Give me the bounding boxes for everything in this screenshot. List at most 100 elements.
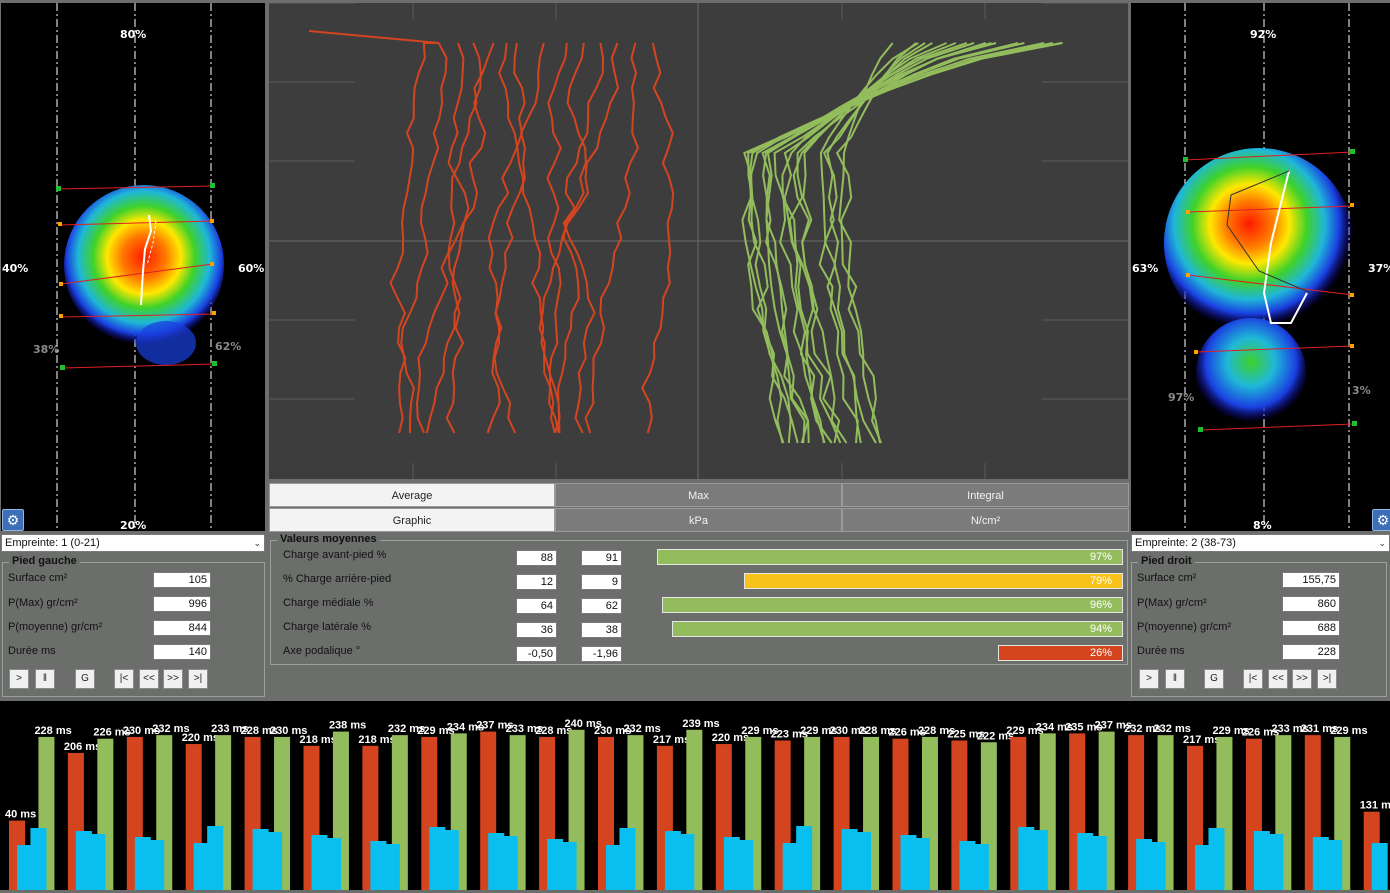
left-foot-trace	[415, 42, 495, 434]
left-foot-pct-inner-left: 38%	[33, 343, 60, 356]
step-contact-bar	[266, 832, 283, 890]
average-right-value: 38	[581, 622, 622, 638]
right-foot-trace	[788, 42, 987, 444]
right-foot-pct-inner-left: 97%	[1168, 391, 1195, 404]
prev-button[interactable]: <<	[1268, 669, 1288, 689]
right-foot-pressure-map: 92% 8% 63% 37% 97% 3% ⚙	[1131, 3, 1390, 531]
pause-button[interactable]: ‖	[35, 669, 55, 689]
average-row-label: Axe podalique °	[283, 645, 361, 657]
left-surface-label: Surface cm²	[8, 572, 68, 584]
right-foot-pct-top: 92%	[1250, 28, 1277, 41]
first-button[interactable]: |<	[114, 669, 134, 689]
pause-button[interactable]: ‖	[1165, 669, 1185, 689]
step-contact-bar	[383, 844, 400, 890]
next-button[interactable]: >>	[163, 669, 183, 689]
left-foot-trace	[486, 42, 526, 434]
average-right-value: 9	[581, 574, 622, 590]
average-row-label: % Charge arrière-pied	[283, 573, 392, 585]
right-footprint-select[interactable]: Empreinte: 2 (38-73) ⌄	[1131, 534, 1390, 552]
last-button[interactable]: >|	[188, 669, 208, 689]
averages-group-title: Valeurs moyennes	[277, 533, 380, 545]
symmetry-bar: 79%	[744, 573, 1123, 589]
step-contact-bar	[1267, 834, 1284, 890]
step-contact-bar	[30, 828, 47, 890]
left-surface-value: 105	[153, 572, 211, 588]
left-foot-pct-right: 60%	[238, 262, 265, 275]
right-footprint-select-value: Empreinte: 2 (38-73)	[1135, 537, 1236, 549]
step-contact-bar	[1371, 843, 1388, 890]
left-foot-group-title: Pied gauche	[9, 555, 80, 567]
average-right-value: 91	[581, 550, 622, 566]
right-foot-trace	[765, 42, 1025, 444]
unit-graphic-button[interactable]: Graphic	[269, 508, 555, 532]
step-time-label: 238 ms	[329, 720, 366, 732]
left-foot-pct-inner-right: 62%	[215, 340, 242, 353]
step-contact-bar	[1208, 828, 1225, 890]
right-duration-value: 228	[1282, 644, 1340, 660]
gear-icon[interactable]: ⚙	[1372, 509, 1390, 531]
left-foot-trace	[400, 42, 448, 434]
unit-kpa-button[interactable]: kPa	[555, 508, 842, 532]
step-contact-bar	[442, 830, 459, 890]
right-foot-pct-inner-right: 3%	[1352, 384, 1371, 397]
average-right-value: -1,96	[581, 646, 622, 662]
right-foot-pct-bottom: 8%	[1253, 519, 1272, 531]
right-pmax-value: 860	[1282, 596, 1340, 612]
step-contact-bar	[501, 836, 518, 890]
average-right-value: 62	[581, 598, 622, 614]
right-foot-group: Pied droit Surface cm² 155,75 P(Max) gr/…	[1131, 555, 1387, 697]
step-contact-bar	[1031, 830, 1048, 890]
symmetry-bar: 97%	[657, 549, 1123, 565]
step-time-label: 229 ms	[1330, 725, 1367, 737]
left-duration-value: 140	[153, 644, 211, 660]
step-time-label: 218 ms	[358, 734, 395, 746]
left-foot-trace	[493, 42, 545, 434]
mode-average-button[interactable]: Average	[269, 483, 555, 507]
symmetry-bar-label: 94%	[1089, 623, 1112, 635]
step-time-label: 228 ms	[34, 725, 71, 737]
left-pmean-value: 844	[153, 620, 211, 636]
left-foot-group: Pied gauche Surface cm² 105 P(Max) gr/cm…	[2, 555, 265, 697]
average-left-value: 12	[516, 574, 557, 590]
next-button[interactable]: >>	[1292, 669, 1312, 689]
unit-ncm2-button[interactable]: N/cm²	[842, 508, 1129, 532]
step-time-chart: 40 ms 228 ms 206 ms 226 ms 230 ms 232 ms 220 m…	[0, 701, 1390, 890]
right-pmax-label: P(Max) gr/cm²	[1137, 597, 1207, 609]
left-foot-pct-top: 80%	[120, 28, 147, 41]
average-row-label: Charge avant-pied %	[283, 549, 387, 561]
step-contact-bar	[972, 844, 989, 890]
mode-integral-button[interactable]: Integral	[842, 483, 1129, 507]
prev-button[interactable]: <<	[139, 669, 159, 689]
left-footprint-select[interactable]: Empreinte: 1 (0-21) ⌄	[1, 534, 265, 552]
step-contact-bar	[678, 834, 695, 890]
left-pmean-label: P(moyenne) gr/cm²	[8, 621, 103, 633]
gear-icon[interactable]: ⚙	[2, 509, 24, 531]
g-button[interactable]: G	[75, 669, 95, 689]
step-contact-bar	[913, 838, 930, 890]
chevron-down-icon: ⌄	[1378, 538, 1386, 548]
first-button[interactable]: |<	[1243, 669, 1263, 689]
averages-group: Valeurs moyennes Charge avant-pied % 88 91…	[270, 533, 1128, 665]
step-contact-bar	[560, 842, 577, 890]
step-time-label: 217 ms	[653, 734, 690, 746]
left-foot-heatmap	[56, 3, 224, 531]
step-contact-bar	[1326, 840, 1343, 890]
average-left-value: 36	[516, 622, 557, 638]
right-pmean-value: 688	[1282, 620, 1340, 636]
last-button[interactable]: >|	[1317, 669, 1337, 689]
step-contact-bar	[855, 832, 872, 890]
play-button[interactable]: >	[1139, 669, 1159, 689]
right-surface-value: 155,75	[1282, 572, 1340, 588]
play-button[interactable]: >	[9, 669, 29, 689]
step-contact-bar	[324, 838, 341, 890]
mode-max-button[interactable]: Max	[555, 483, 842, 507]
left-foot-pressure-map: 80% 20% 40% 60% 38% 62% ⚙	[1, 3, 265, 531]
right-surface-label: Surface cm²	[1137, 572, 1197, 584]
symmetry-bar-label: 96%	[1089, 599, 1112, 611]
right-foot-trace	[761, 42, 997, 444]
average-row-label: Charge latérale %	[283, 621, 372, 633]
step-contact-bar	[619, 828, 636, 890]
g-button[interactable]: G	[1204, 669, 1224, 689]
step-contact-bar	[796, 826, 813, 890]
symmetry-bar-label: 79%	[1089, 575, 1112, 587]
